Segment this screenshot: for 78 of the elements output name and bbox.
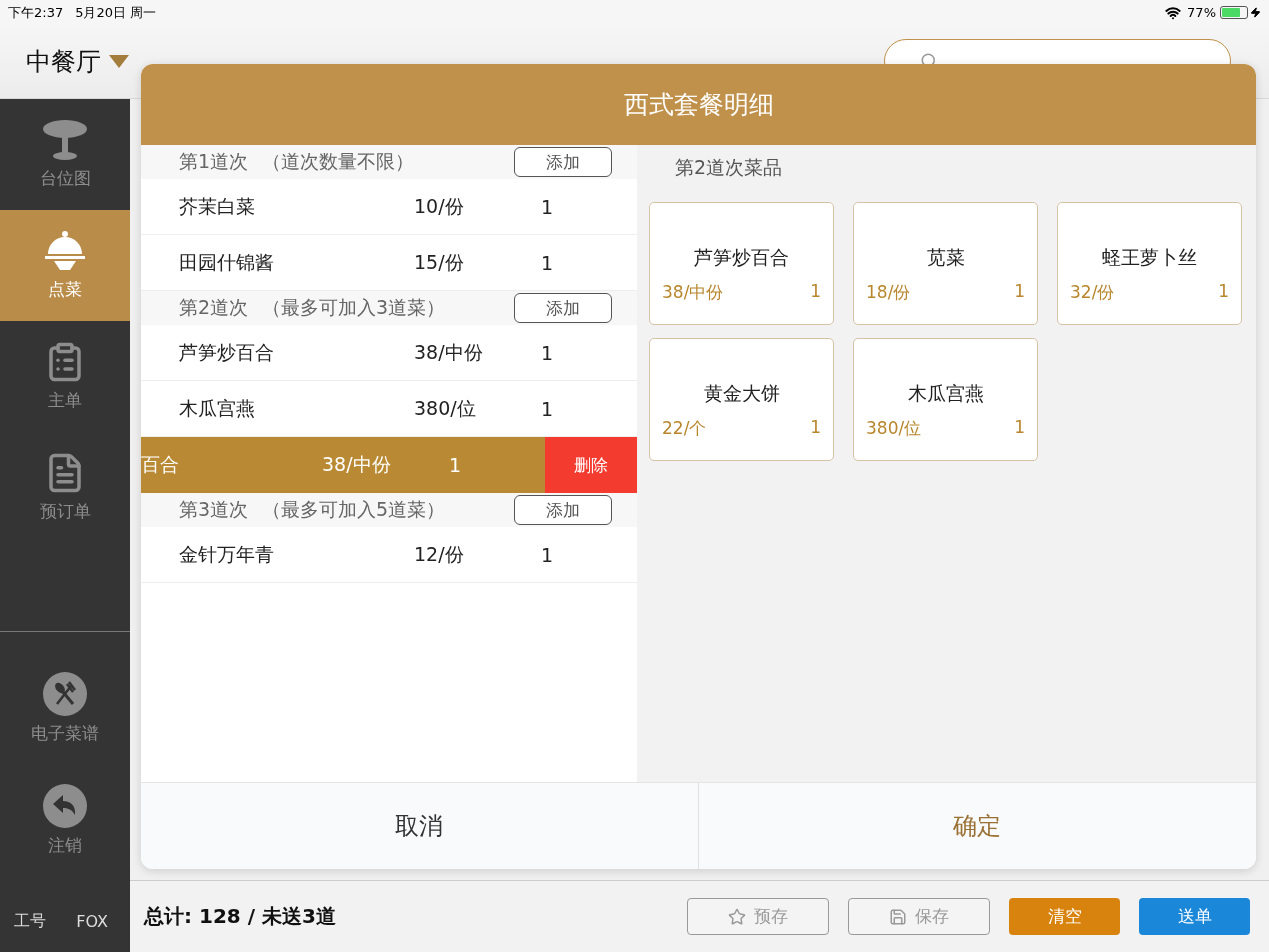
course-title: 第1道次 [179, 149, 249, 174]
confirm-button[interactable]: 确定 [697, 783, 1256, 869]
dish-quantity: 1 [1014, 417, 1025, 439]
dish-row[interactable]: 芥茉白菜 10/份 1 [141, 179, 637, 235]
picker-title: 第2道次菜品 [675, 154, 783, 180]
course-note: （最多可加入3道菜） [262, 295, 446, 320]
dish-card[interactable]: 芦笋炒百合 38/中份 1 [649, 202, 834, 325]
swiped-dish-row[interactable]: 百合 38/中份 1 删除 [141, 437, 637, 493]
dish-name: 黄金大饼 [702, 381, 781, 406]
cloche-icon [44, 230, 86, 272]
course-note: （最多可加入5道菜） [262, 497, 446, 522]
battery-icon [1220, 6, 1248, 19]
wifi-icon [1165, 4, 1182, 21]
dish-name: 蛏王萝卜丝 [1101, 245, 1198, 270]
dish-name: 苋菜 [925, 245, 966, 270]
caret-icon[interactable] [109, 55, 129, 68]
venue-title[interactable]: 中餐厅 [26, 45, 101, 78]
battery-percent: 77% [1187, 5, 1216, 20]
course-note: （道次数量不限） [262, 149, 415, 174]
dish-price: 380/位 [866, 417, 922, 440]
dish-card[interactable]: 蛏王萝卜丝 32/份 1 [1057, 202, 1242, 325]
dish-price: 10/份 [414, 193, 465, 219]
dish-quantity: 1 [541, 543, 555, 566]
dish-price: 38/中份 [414, 339, 484, 365]
dish-price: 18/份 [866, 281, 911, 304]
dish-quantity: 1 [1218, 281, 1229, 303]
dish-quantity: 1 [810, 281, 821, 303]
cancel-button[interactable]: 取消 [141, 783, 698, 869]
dish-card[interactable]: 木瓜宫燕 380/位 1 [853, 338, 1038, 461]
dish-quantity: 1 [810, 417, 821, 439]
dish-name: 芥茉白菜 [179, 193, 256, 219]
star-icon [728, 907, 746, 926]
dish-card[interactable]: 黄金大饼 22/个 1 [649, 338, 834, 461]
save-icon [889, 907, 907, 926]
dish-price: 22/个 [662, 417, 707, 440]
course-title: 第2道次 [179, 295, 249, 320]
dish-price: 12/份 [414, 541, 465, 567]
dish-quantity: 1 [541, 195, 555, 218]
dish-price: 32/份 [1070, 281, 1115, 304]
dish-quantity: 1 [541, 397, 555, 420]
order-total: 总计: 128 / 未送3道 [144, 903, 336, 930]
sidebar-item[interactable]: 台位图 [0, 99, 130, 210]
dialog-title: 西式套餐明细 [141, 64, 1256, 145]
dish-name: 芦笋炒百合 [179, 339, 275, 365]
course-title: 第3道次 [179, 497, 249, 522]
dish-price: 38/中份 [322, 452, 392, 477]
dish-quantity: 1 [541, 251, 555, 274]
staff-name: FOX [76, 911, 108, 931]
add-button[interactable]: 添加 [514, 147, 612, 177]
sidebar-item[interactable]: 电子菜谱 [0, 652, 130, 764]
dish-quantity: 1 [449, 454, 463, 476]
dish-quantity: 1 [541, 341, 555, 364]
dish-name: 金针万年青 [179, 541, 275, 567]
add-button[interactable]: 添加 [514, 495, 612, 525]
status-time: 下午2:37 [8, 3, 64, 22]
staff-label: 工号 [14, 910, 46, 932]
sidebar-item[interactable]: 主单 [0, 321, 130, 432]
dish-row[interactable]: 金针万年青 12/份 1 [141, 527, 637, 583]
dish-name: 芦笋炒百合 [693, 245, 790, 270]
table-icon [42, 119, 88, 161]
sidebar-item[interactable]: 注销 [0, 764, 130, 876]
charging-icon [1250, 7, 1261, 18]
dish-price: 38/中份 [662, 281, 724, 304]
sidebar-item[interactable]: 预订单 [0, 432, 130, 543]
dish-card[interactable]: 苋菜 18/份 1 [853, 202, 1038, 325]
dish-price: 380/位 [414, 395, 477, 421]
add-button[interactable]: 添加 [514, 293, 612, 323]
dish-quantity: 1 [1014, 281, 1025, 303]
dish-price: 15/份 [414, 249, 465, 275]
fork-spoon-icon [43, 671, 87, 716]
dish-name: 百合 [141, 452, 180, 477]
dish-name: 木瓜宫燕 [906, 381, 985, 406]
footer-button[interactable]: 送单 [1139, 898, 1250, 935]
dish-name: 田园什锦酱 [179, 249, 275, 275]
dish-name: 木瓜宫燕 [179, 395, 256, 421]
dish-row[interactable]: 芦笋炒百合 38/中份 1 [141, 325, 637, 381]
status-date: 5月20日 周一 [75, 3, 157, 22]
delete-button[interactable]: 删除 [545, 437, 637, 493]
